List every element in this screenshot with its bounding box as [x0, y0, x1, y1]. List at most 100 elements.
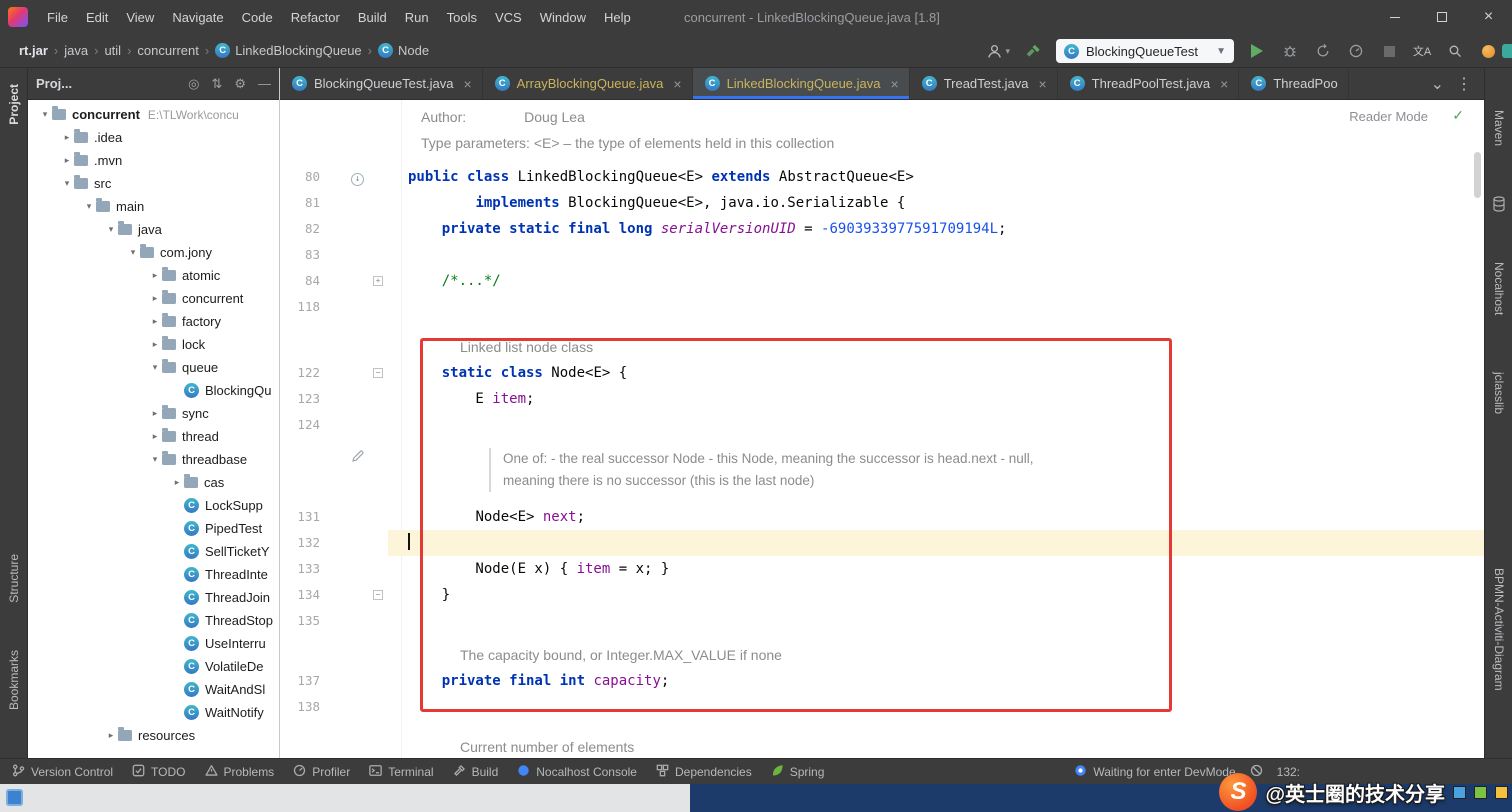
tree-item-src[interactable]: ▾ src	[28, 172, 279, 195]
tree-chevron-icon[interactable]: ▸	[104, 730, 118, 741]
toolwindow-jclasslib[interactable]: jclasslib	[1492, 372, 1506, 414]
tab-arrayblockingqueue-java[interactable]: C ArrayBlockingQueue.java ×	[483, 68, 693, 99]
line-number[interactable]: 83	[280, 242, 320, 268]
tree-chevron-icon[interactable]: ▾	[104, 224, 118, 235]
tree-chevron-icon[interactable]: ▾	[126, 247, 140, 258]
fold-box-icon[interactable]: −	[373, 590, 383, 600]
tab-close-icon[interactable]: ×	[463, 76, 471, 92]
fold-box-icon[interactable]: +	[373, 276, 383, 286]
code-text[interactable]: /*...*/	[388, 268, 1484, 294]
tree-chevron-icon[interactable]: ▾	[82, 201, 96, 212]
menu-edit[interactable]: Edit	[77, 10, 117, 25]
menu-build[interactable]: Build	[349, 10, 396, 25]
gear-icon[interactable]: ⚙	[234, 76, 246, 92]
debug-button[interactable]	[1280, 39, 1300, 63]
tree-item-waitandsl[interactable]: C WaitAndSl	[28, 678, 279, 701]
tabs-more-icon[interactable]: ⋮	[1456, 74, 1472, 94]
hide-panel-icon[interactable]: —	[258, 76, 271, 91]
line-number[interactable]: 82	[280, 216, 320, 242]
menu-refactor[interactable]: Refactor	[282, 10, 349, 25]
devmode-status[interactable]: Waiting for enter DevMode	[1074, 764, 1236, 780]
close-button[interactable]: ×	[1465, 0, 1512, 34]
tree-item-concurrent[interactable]: ▸ concurrent	[28, 287, 279, 310]
fold-marker-icon[interactable]: −	[368, 590, 388, 600]
tree-item-useinterru[interactable]: C UseInterru	[28, 632, 279, 655]
status-terminal[interactable]: Terminal	[369, 764, 434, 780]
search-everywhere-button[interactable]	[1445, 39, 1465, 63]
tree-chevron-icon[interactable]: ▸	[148, 316, 162, 327]
line-number[interactable]: 138	[280, 694, 320, 720]
code-text[interactable]: }	[388, 582, 1484, 608]
minimize-button[interactable]	[1371, 0, 1418, 34]
tab-threadpooltest-java[interactable]: C ThreadPoolTest.java ×	[1058, 68, 1240, 99]
run-button[interactable]	[1247, 39, 1267, 63]
status-todo[interactable]: TODO	[132, 764, 186, 780]
tree-item-queue[interactable]: ▾ queue	[28, 356, 279, 379]
breadcrumb-util[interactable]: util	[99, 41, 126, 60]
tree-item-threadinte[interactable]: C ThreadInte	[28, 563, 279, 586]
tree-chevron-icon[interactable]: ▸	[60, 155, 74, 166]
tree-item-factory[interactable]: ▸ factory	[28, 310, 279, 333]
menu-help[interactable]: Help	[595, 10, 640, 25]
fold-box-icon[interactable]: −	[373, 368, 383, 378]
tree-chevron-icon[interactable]: ▸	[148, 431, 162, 442]
status-dependencies[interactable]: Dependencies	[656, 764, 752, 780]
status-build[interactable]: Build	[453, 764, 498, 780]
status-version-control[interactable]: Version Control	[12, 764, 113, 780]
profiler-button[interactable]	[1346, 39, 1366, 63]
tab-close-icon[interactable]: ×	[1220, 76, 1228, 92]
code-text[interactable]: E item;	[388, 386, 1484, 412]
project-panel-title[interactable]: Proj...	[36, 76, 72, 91]
tree-item-mvn[interactable]: ▸ .mvn	[28, 149, 279, 172]
status-profiler[interactable]: Profiler	[293, 764, 350, 780]
tab-threadpoo[interactable]: C ThreadPoo	[1239, 68, 1349, 99]
menu-code[interactable]: Code	[233, 10, 282, 25]
plugin-edge-icon[interactable]	[1502, 44, 1512, 58]
status-nocalhost-console[interactable]: Nocalhost Console	[517, 764, 637, 780]
status-problems[interactable]: Problems	[204, 764, 274, 780]
code-text[interactable]: Node<E> next;	[388, 504, 1484, 530]
user-account-icon[interactable]: ▾	[986, 39, 1010, 63]
run-configuration-select[interactable]: C BlockingQueueTest ▼	[1056, 39, 1234, 63]
tab-close-icon[interactable]: ×	[673, 76, 681, 92]
line-number[interactable]: 131	[280, 504, 320, 530]
tree-item-com-jony[interactable]: ▾ com.jony	[28, 241, 279, 264]
line-number[interactable]: 124	[280, 412, 320, 438]
breadcrumb-rt-jar[interactable]: rt.jar	[14, 41, 53, 60]
tree-chevron-icon[interactable]: ▾	[60, 178, 74, 189]
locate-file-icon[interactable]: ◎	[188, 76, 199, 92]
build-hammer-icon[interactable]	[1023, 39, 1043, 63]
line-number[interactable]: 133	[280, 556, 320, 582]
reader-mode-label[interactable]: Reader Mode	[1349, 109, 1428, 124]
menu-view[interactable]: View	[117, 10, 163, 25]
tree-item-main[interactable]: ▾ main	[28, 195, 279, 218]
code-text[interactable]: static class Node<E> {	[388, 360, 1484, 386]
line-number[interactable]: 137	[280, 668, 320, 694]
tree-chevron-icon[interactable]: ▸	[148, 408, 162, 419]
translate-icon[interactable]: 文A	[1412, 39, 1432, 63]
taskbar-window-icon[interactable]	[6, 789, 23, 806]
notifications-icon[interactable]	[1478, 39, 1498, 63]
code-text[interactable]: private final int capacity;	[388, 668, 1484, 694]
tree-item-sync[interactable]: ▸ sync	[28, 402, 279, 425]
tabs-chevron-down-icon[interactable]: ⌄	[1431, 74, 1444, 94]
tree-chevron-icon[interactable]: ▸	[60, 132, 74, 143]
stop-button[interactable]	[1379, 39, 1399, 63]
tree-item-volatilede[interactable]: C VolatileDe	[28, 655, 279, 678]
toolwindow-structure[interactable]: Structure	[7, 554, 21, 603]
tree-item-cas[interactable]: ▸ cas	[28, 471, 279, 494]
tree-item-java[interactable]: ▾ java	[28, 218, 279, 241]
database-icon[interactable]	[1492, 196, 1506, 217]
menu-file[interactable]: File	[38, 10, 77, 25]
tree-item-waitnotify[interactable]: C WaitNotify	[28, 701, 279, 724]
status-spring[interactable]: Spring	[771, 764, 824, 780]
code-text[interactable]: Node(E x) { item = x; }	[388, 556, 1484, 582]
menu-run[interactable]: Run	[396, 10, 438, 25]
breadcrumb-concurrent[interactable]: concurrent	[132, 41, 203, 60]
code-editor[interactable]: Author: Doug Lea Type parameters: <E> – th…	[280, 100, 1484, 758]
menu-window[interactable]: Window	[531, 10, 595, 25]
tree-item-lock[interactable]: ▸ lock	[28, 333, 279, 356]
line-number[interactable]: 118	[280, 294, 320, 320]
menu-navigate[interactable]: Navigate	[163, 10, 232, 25]
tree-item-pipedtest[interactable]: C PipedTest	[28, 517, 279, 540]
